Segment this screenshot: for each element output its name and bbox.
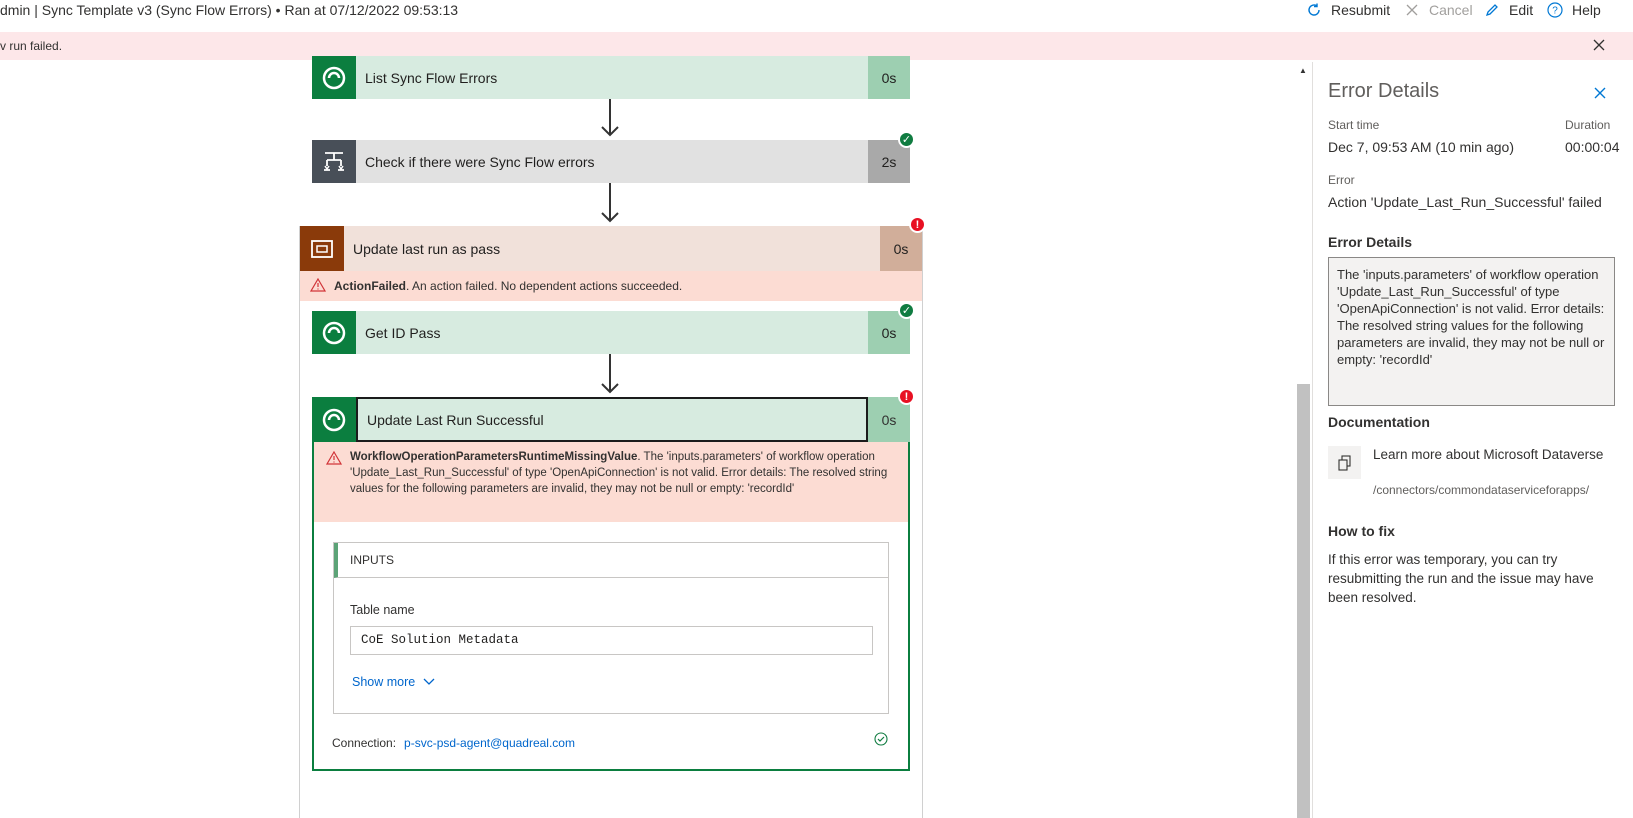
table-name-field[interactable]: CoE Solution Metadata [350,626,873,655]
how-to-fix-text: If this error was temporary, you can try… [1328,552,1594,605]
scope-icon [300,226,344,271]
error-badge-icon: ! [909,216,926,233]
duration-label: Duration [1565,118,1611,132]
step-list-sync-flow-errors[interactable]: List Sync Flow Errors 0s [312,56,910,99]
start-time-value: Dec 7, 09:53 AM (10 min ago) [1328,139,1514,155]
resubmit-icon [1305,1,1323,19]
chevron-down-icon [423,678,435,685]
step-duration: 0s [868,56,910,99]
cancel-label: Cancel [1429,2,1473,18]
error-details-heading: Error Details [1328,234,1413,250]
error-text: . An action failed. No dependent actions… [406,279,683,293]
flow-arrow [601,183,619,223]
help-button[interactable]: ? Help [1546,0,1601,20]
documentation-url: /connectors/commondataserviceforapps/ [1373,483,1590,497]
documentation-heading: Documentation [1328,414,1430,430]
flow-arrow [601,99,619,137]
dataverse-icon [312,311,356,354]
documentation-link[interactable]: Learn more about Microsoft Dataverse [1373,446,1613,464]
start-time-label: Start time [1328,118,1380,132]
warning-icon [325,450,343,470]
error-label: Error [1328,173,1355,187]
resubmit-label: Resubmit [1331,2,1391,18]
copy-icon [1328,446,1361,479]
success-check-icon: ✓ [898,302,915,319]
step-check-sync-flow-errors[interactable]: Check if there were Sync Flow errors 2s [312,140,910,183]
duration-value: 00:00:04 [1565,139,1620,155]
edit-icon [1483,1,1501,19]
svg-text:?: ? [1552,6,1558,17]
connection-link[interactable]: p-svc-psd-agent@quadreal.com [404,736,575,750]
inputs-header: INPUTS [334,543,888,578]
check-circle-icon [874,732,888,751]
show-more-label: Show more [352,675,416,689]
connection-info: Connection: p-svc-psd-agent@quadreal.com [332,736,575,750]
step-label: Update Last Run Successful [356,397,868,442]
how-to-fix-heading: How to fix [1328,523,1395,539]
step-label: Check if there were Sync Flow errors [356,140,868,183]
error-badge-icon: ! [898,388,915,405]
error-code: WorkflowOperationParametersRuntimeMissin… [350,451,638,463]
dataverse-icon [312,56,356,99]
run-title: dmin | Sync Template v3 (Sync Flow Error… [0,2,459,18]
dataverse-icon [312,397,356,442]
step-label: Update last run as pass [344,226,880,271]
top-bar: dmin | Sync Template v3 (Sync Flow Error… [0,0,1633,24]
warning-icon [309,277,327,295]
error-details-panel: Error Details Start time Duration Dec 7,… [1312,62,1633,818]
edit-button[interactable]: Edit [1483,0,1533,20]
scrollbar-thumb[interactable] [1297,384,1310,818]
flow-arrow [601,354,619,394]
cancel-button[interactable]: Cancel [1403,0,1473,20]
action-error-message: WorkflowOperationParametersRuntimeMissin… [314,442,908,522]
resubmit-button[interactable]: Resubmit [1305,0,1390,20]
scope-error-message: ActionFailed. An action failed. No depen… [300,271,922,301]
close-icon[interactable] [1593,86,1607,105]
show-more-link[interactable]: Show more [352,675,435,689]
panel-title: Error Details [1328,80,1440,102]
edit-label: Edit [1509,2,1534,18]
step-get-id-pass[interactable]: Get ID Pass 0s [312,311,910,354]
cancel-icon [1403,1,1421,19]
canvas-scrollbar[interactable]: ▲ [1297,62,1310,818]
inputs-section: INPUTS Table name CoE Solution Metadata … [333,542,889,714]
connection-label: Connection: [332,736,397,750]
banner-message: v run failed. [0,39,63,53]
success-check-icon: ✓ [898,131,915,148]
scope-update-last-run-as-pass[interactable]: Update last run as pass 0s [300,226,922,271]
step-label: List Sync Flow Errors [356,56,868,99]
table-name-label: Table name [350,603,415,617]
error-details-textarea[interactable]: The 'inputs.parameters' of workflow oper… [1328,257,1615,406]
help-icon: ? [1546,1,1564,19]
action-header[interactable]: Update Last Run Successful 0s [312,397,910,442]
error-value: Action 'Update_Last_Run_Successful' fail… [1328,194,1602,210]
condition-icon [312,140,356,183]
error-code: ActionFailed [334,279,407,293]
step-label: Get ID Pass [356,311,868,354]
scroll-up-icon[interactable]: ▲ [1299,66,1307,75]
help-label: Help [1572,2,1601,18]
close-icon[interactable] [1592,38,1606,52]
